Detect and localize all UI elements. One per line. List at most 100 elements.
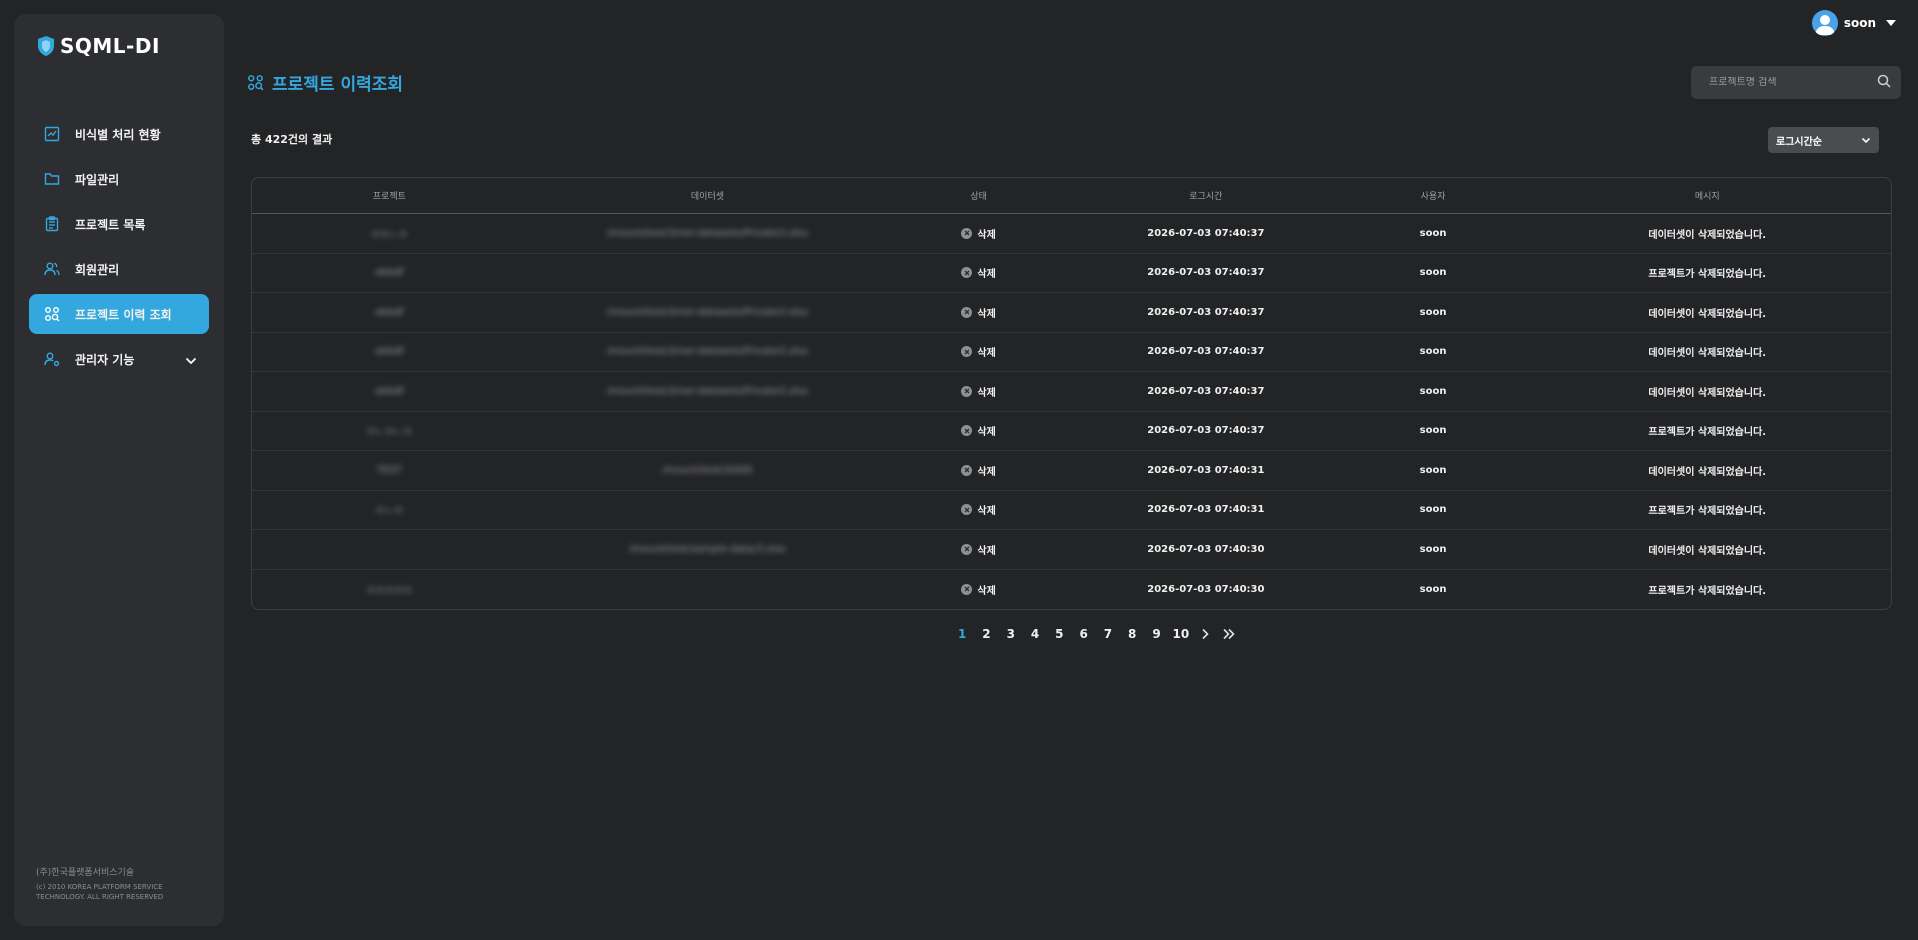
log-time: 2026-07-03 07:40:37 (1147, 306, 1265, 318)
user-menu[interactable]: soon (1811, 10, 1896, 36)
table-row[interactable]: abbdf/mount/test/3/ner-datasets/Private3… (252, 293, 1891, 333)
log-user: soon (1419, 464, 1447, 476)
page-numbers: 1 2 3 4 5 6 7 8 9 10 (950, 627, 1193, 641)
delete-status-icon (961, 464, 973, 476)
page-number[interactable]: 4 (1023, 627, 1047, 641)
project-name: TEST (376, 464, 402, 476)
status-text: 삭제 (977, 427, 996, 439)
page-number[interactable]: 7 (1096, 627, 1120, 641)
column-header-project[interactable]: 프로젝트 (252, 178, 527, 213)
sidebar-item-label: 파일관리 (75, 172, 120, 187)
status-badge: 삭제 (961, 502, 996, 518)
search-input[interactable] (1709, 77, 1877, 88)
column-header-dataset[interactable]: 데이터셋 (527, 178, 889, 213)
project-name: ㅁㄴㅁㄴㅁ (366, 427, 413, 439)
sidebar-item-label: 관리자 기능 (75, 352, 135, 367)
status-text: 삭제 (977, 545, 996, 557)
sidebar-item-projects[interactable]: 프로젝트 목록 (29, 204, 209, 244)
table-row[interactable]: ㅁㅁㅁㅁㅁ 삭제 2026-07-03 07:40:30 soon 프로젝트가 삭제되었… (252, 570, 1891, 610)
page-number[interactable]: 10 (1169, 627, 1193, 641)
delete-status-icon (961, 227, 973, 239)
log-time: 2026-07-03 07:40:31 (1147, 504, 1265, 516)
status-text: 삭제 (977, 506, 996, 518)
table-row[interactable]: ㅁㅁㄴㅁ/mount/test/3/ner-datasets/Private3.… (252, 214, 1891, 254)
logo-text: SQML-DI (60, 34, 160, 58)
delete-status-icon (961, 267, 973, 279)
column-header-status[interactable]: 상태 (888, 178, 1069, 213)
page-number[interactable]: 8 (1120, 627, 1144, 641)
log-time: 2026-07-03 07:40:37 (1147, 385, 1265, 397)
sidebar: SQML-DI 비식별 처리 현황 파일관리 프로젝트 목록 회원관리 프로젝트… (14, 14, 224, 926)
project-name: abbdf (374, 267, 404, 279)
logo[interactable]: SQML-DI (36, 34, 160, 58)
sidebar-item-project-history[interactable]: 프로젝트 이력 조회 (29, 294, 209, 334)
admin-icon (43, 350, 61, 368)
chevron-down-icon (1861, 137, 1871, 143)
sidebar-item-label: 비식별 처리 현황 (75, 127, 161, 142)
log-user: soon (1419, 543, 1447, 555)
page-number[interactable]: 2 (974, 627, 998, 641)
table-body: ㅁㅁㄴㅁ/mount/test/3/ner-datasets/Private3.… (252, 214, 1891, 609)
page-number[interactable]: 9 (1144, 627, 1168, 641)
project-name: abbdf (374, 385, 404, 397)
pagination: 1 2 3 4 5 6 7 8 9 10 (950, 625, 1241, 643)
column-header-message[interactable]: 메시지 (1523, 178, 1891, 213)
status-badge: 삭제 (961, 582, 996, 597)
avatar (1811, 10, 1838, 36)
table-row[interactable]: abbdf/mount/test/3/ner-datasets/Private3… (252, 333, 1891, 372)
column-header-user[interactable]: 사용자 (1343, 178, 1524, 213)
sidebar-item-label: 프로젝트 이력 조회 (75, 307, 172, 322)
project-name: abbdf (374, 306, 404, 318)
log-message: 데이터셋이 삭제되었습니다. (1648, 387, 1767, 399)
project-name: ㅁㄴㅁ (375, 506, 404, 518)
project-name: ㅁㅁㅁㅁㅁ (366, 585, 413, 597)
page-number[interactable]: 3 (999, 627, 1023, 641)
log-time: 2026-07-03 07:40:37 (1147, 346, 1265, 358)
history-search-icon (43, 305, 61, 323)
log-user: soon (1419, 583, 1447, 595)
project-search (1691, 66, 1901, 99)
log-time: 2026-07-03 07:40:31 (1147, 464, 1265, 476)
dataset-path: /mount/test/3/ner-datasets/Private3.xlsx (606, 385, 809, 397)
delete-status-icon (961, 306, 973, 318)
caret-down-icon[interactable] (1886, 20, 1896, 26)
sidebar-item-files[interactable]: 파일관리 (29, 159, 209, 199)
table-row[interactable]: ㅁㄴㅁㄴㅁ 삭제 2026-07-03 07:40:37 soon 프로젝트가 삭제되었… (252, 412, 1891, 451)
column-header-log-time[interactable]: 로그시간 (1069, 178, 1343, 213)
status-badge: 삭제 (961, 463, 996, 478)
delete-status-icon (961, 425, 973, 437)
delete-status-icon (961, 385, 973, 397)
table-row[interactable]: abbdf/mount/test/3/ner-datasets/Private3… (252, 372, 1891, 412)
page-number[interactable]: 5 (1047, 627, 1071, 641)
history-search-icon (248, 75, 264, 91)
table-header: 프로젝트 데이터셋 상태 로그시간 사용자 메시지 (252, 178, 1891, 214)
page-number[interactable]: 6 (1071, 627, 1095, 641)
log-message: 프로젝트가 삭제되었습니다. (1648, 427, 1767, 439)
clipboard-icon (43, 215, 61, 233)
page-title: 프로젝트 이력조회 (247, 70, 403, 95)
table-row[interactable]: /mount/test/sample-data/3.xlsx 삭제 2026-07-… (252, 530, 1891, 570)
sidebar-item-members[interactable]: 회원관리 (29, 249, 209, 289)
page-number[interactable]: 1 (950, 627, 974, 641)
search-icon[interactable] (1877, 73, 1891, 92)
dataset-path: /mount/test/3/ner-datasets/Private3.xlsx (606, 346, 809, 358)
table-row[interactable]: TEST/mount/test/3/000 삭제 2026-07-03 07:40:… (252, 451, 1891, 491)
status-text: 삭제 (977, 585, 996, 597)
dataset-path: /mount/test/sample-data/3.xlsx (628, 543, 786, 555)
log-time: 2026-07-03 07:40:37 (1147, 267, 1265, 279)
chevron-down-icon[interactable] (185, 350, 197, 369)
log-message: 프로젝트가 삭제되었습니다. (1648, 585, 1767, 597)
sidebar-item-admin[interactable]: 관리자 기능 (29, 339, 209, 379)
sort-select[interactable]: 로그시간순 (1768, 127, 1879, 153)
next-page-icon[interactable] (1193, 625, 1217, 643)
page-title-text: 프로젝트 이력조회 (272, 75, 404, 95)
table-row[interactable]: ㅁㄴㅁ 삭제 2026-07-03 07:40:31 soon 프로젝트가 삭제되었습니… (252, 491, 1891, 530)
last-page-icon[interactable] (1217, 625, 1241, 643)
company-name: (주)한국플랫폼서비스기술 (36, 868, 135, 878)
status-text: 삭제 (977, 387, 996, 399)
delete-status-icon (961, 543, 973, 555)
sidebar-item-dashboard[interactable]: 비식별 처리 현황 (29, 114, 209, 154)
log-message: 데이터셋이 삭제되었습니다. (1648, 466, 1767, 478)
sort-select-label: 로그시간순 (1776, 136, 1822, 148)
table-row[interactable]: abbdf 삭제 2026-07-03 07:40:37 soon 프로젝트가 삭제되었… (252, 254, 1891, 293)
